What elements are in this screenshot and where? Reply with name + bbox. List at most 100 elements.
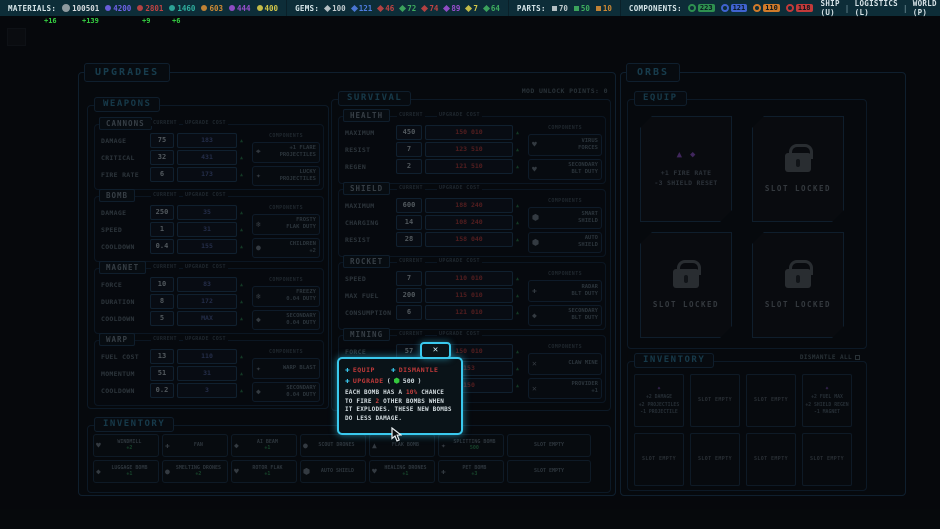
upgrade-arrow-icon[interactable]: ▲ (240, 155, 248, 161)
upgrade-cost-button[interactable]: 431 (177, 150, 237, 165)
orb-inventory-slot[interactable]: ✦ +2 DAMAGE +2 PROJECTILES -1 PROJECTILE (634, 374, 684, 427)
menu-logistics[interactable]: LOGISTICS (L) (855, 0, 898, 17)
equip-slot-locked[interactable]: SLOT LOCKED (752, 232, 844, 338)
popup-upgrade-button[interactable]: UPGRADE (353, 377, 384, 385)
gadget-chip-empty[interactable]: SLOT EMPTY (507, 460, 591, 483)
upgrade-arrow-icon[interactable]: ▲ (516, 310, 524, 316)
upgrade-cost-button[interactable]: 173 (177, 167, 237, 182)
upgrade-arrow-icon[interactable]: ▲ (240, 227, 248, 233)
upgrade-arrow-icon[interactable]: ▲ (516, 130, 524, 136)
gadget-chip-splitting-bomb[interactable]: ✦SPLITTING BOMB500 (438, 434, 504, 457)
gadget-chip[interactable]: ▲FLAK BOMB (369, 434, 435, 457)
upgrade-cost-button[interactable]: MAX (177, 311, 237, 326)
upgrade-arrow-icon[interactable]: ▲ (240, 316, 248, 322)
upgrade-arrow-icon[interactable]: ▲ (240, 138, 248, 144)
upgrade-cost-button[interactable]: 83 (177, 277, 237, 292)
upgrade-arrow-icon[interactable]: ▲ (516, 349, 524, 355)
upgrade-cost-button[interactable]: 121 510 (425, 159, 513, 174)
upgrade-cost-button[interactable]: 110 (177, 349, 237, 364)
column-header-current: CURRENT (397, 331, 425, 337)
component-slot[interactable]: ◆ SECONDARYBLT DUTY (528, 305, 602, 327)
upgrade-cost-button[interactable]: 188 240 (425, 198, 513, 213)
gadget-chip[interactable]: ♥ROTOR FLAK+1 (231, 460, 297, 483)
menu-ship[interactable]: SHIP (U) (821, 0, 840, 17)
upgrade-arrow-icon[interactable]: ▲ (240, 210, 248, 216)
upgrade-arrow-icon[interactable]: ▲ (240, 388, 248, 394)
upgrade-cost-button[interactable]: 158 040 (425, 232, 513, 247)
popup-close-button[interactable]: ✕ (420, 342, 451, 359)
component-slot[interactable]: ◆ SECONDARY0.04 DUTY (252, 310, 320, 331)
orb-inventory-slot-empty[interactable]: SLOT EMPTY (690, 374, 740, 427)
component-slot[interactable]: ❄ FROSTYFLAK DUTY (252, 214, 320, 235)
upgrade-cost-button[interactable]: 31 (177, 222, 237, 237)
orb-inventory-slot[interactable]: ✦ +2 FUEL MAX +2 SHIELD REGEN -1 MAGNET (802, 374, 852, 427)
upgrade-arrow-icon[interactable]: ▲ (240, 172, 248, 178)
gadget-chip[interactable]: ♥WINDMILL+2 (93, 434, 159, 457)
component-slot[interactable]: ❄ FREEZY0.04 DUTY (252, 286, 320, 307)
upgrade-arrow-icon[interactable]: ▲ (240, 244, 248, 250)
orb-inventory-slot-empty[interactable]: SLOT EMPTY (746, 433, 796, 486)
upgrade-cost-button[interactable]: 172 (177, 294, 237, 309)
upgrade-cost-button[interactable]: 123 510 (425, 142, 513, 157)
orb-inventory-slot-empty[interactable]: SLOT EMPTY (746, 374, 796, 427)
upgrade-cost-button[interactable]: 183 (177, 133, 237, 148)
equip-slot-locked[interactable]: SLOT LOCKED (640, 232, 732, 338)
upgrade-cost-button[interactable]: 155 (177, 239, 237, 254)
component-slot[interactable]: ◆ SECONDARY0.04 DUTY (252, 382, 320, 403)
gadget-chip[interactable]: ◆LUGGAGE BOMB+1 (93, 460, 159, 483)
component-slot[interactable]: ✦ WARP BLAST (252, 358, 320, 379)
equip-slot-locked[interactable]: SLOT LOCKED (752, 116, 844, 222)
upgrade-arrow-icon[interactable]: ▲ (516, 383, 524, 389)
upgrade-cost-button[interactable]: 108 240 (425, 215, 513, 230)
upgrade-arrow-icon[interactable]: ▲ (516, 203, 524, 209)
gadget-chip[interactable]: ✚FAN (162, 434, 228, 457)
upgrade-cost-button[interactable]: 115 010 (425, 288, 513, 303)
upgrade-arrow-icon[interactable]: ▲ (240, 282, 248, 288)
component-slot[interactable]: ✦ LUCKYPROJECTILES (252, 166, 320, 187)
upgrade-arrow-icon[interactable]: ▲ (516, 276, 524, 282)
component-slot[interactable]: ✚ RADARBLT DUTY (528, 280, 602, 302)
gadget-chip[interactable]: ◆AI BEAM+1 (231, 434, 297, 457)
gadget-chip[interactable]: ●SMELTING DRONES+2 (162, 460, 228, 483)
upgrade-cost-button[interactable]: 3 (177, 383, 237, 398)
upgrade-arrow-icon[interactable]: ▲ (240, 354, 248, 360)
upgrade-cost-button[interactable]: 35 (177, 205, 237, 220)
equip-slot-orb[interactable]: ▲◆ +1 FIRE RATE -3 SHIELD RESET (640, 116, 732, 222)
orb-inventory-slot-empty[interactable]: SLOT EMPTY (690, 433, 740, 486)
component-slot[interactable]: ⌖ +1 FLAREPROJECTILES (252, 142, 320, 163)
gadget-chip[interactable]: ⬢AUTO SHIELD (300, 460, 366, 483)
gadget-chip[interactable]: ♥HEALING DRONES+1 (369, 460, 435, 483)
upgrade-arrow-icon[interactable]: ▲ (516, 147, 524, 153)
component-slot[interactable]: ⬢ AUTOSHIELD (528, 232, 602, 254)
upgrade-cost-button[interactable]: 150 010 (425, 125, 513, 140)
popup-dismantle-button[interactable]: DISMANTLE (399, 366, 439, 374)
gadget-chip[interactable]: ●SCOUT DRONES (300, 434, 366, 457)
popup-equip-button[interactable]: EQUIP (353, 366, 375, 374)
orb-inventory-slot-empty[interactable]: SLOT EMPTY (802, 433, 852, 486)
upgrade-arrow-icon[interactable]: ▲ (240, 299, 248, 305)
upgrade-arrow-icon[interactable]: ▲ (516, 293, 524, 299)
menu-world[interactable]: WORLD (P) (913, 0, 937, 17)
orb-inventory-slot-empty[interactable]: SLOT EMPTY (634, 433, 684, 486)
upgrade-cost-button[interactable]: 110 010 (425, 271, 513, 286)
gadget-icon: ● (303, 441, 308, 450)
upgrade-arrow-icon[interactable]: ▲ (240, 371, 248, 377)
upgrade-arrow-icon[interactable]: ▲ (516, 164, 524, 170)
component-icon: ◆ (532, 311, 537, 320)
component-slot[interactable]: ● CHILDREN+2 (252, 238, 320, 259)
stat-row: FUEL COST 13 110 ▲ (99, 349, 248, 364)
component-slot[interactable]: ✕ CLAW MINE (528, 353, 602, 375)
gadget-chip-empty[interactable]: SLOT EMPTY (507, 434, 591, 457)
dismantle-all-button[interactable]: DISMANTLE ALL (800, 354, 860, 361)
upgrade-arrow-icon[interactable]: ▲ (516, 220, 524, 226)
upgrade-cost-button[interactable]: 31 (177, 366, 237, 381)
component-slot[interactable]: ♥ VIRUSFORCES (528, 134, 602, 156)
component-slot[interactable]: ♥ SECONDARYBLT DUTY (528, 159, 602, 181)
gadget-chip[interactable]: ✚PET BOMB+3 (438, 460, 504, 483)
stat-label: SPEED (343, 275, 393, 283)
component-slot[interactable]: ✕ PROVIDER+1 (528, 378, 602, 400)
component-slot[interactable]: ⬢ SMARTSHIELD (528, 207, 602, 229)
upgrade-cost-button[interactable]: 121 010 (425, 305, 513, 320)
upgrade-arrow-icon[interactable]: ▲ (516, 237, 524, 243)
upgrade-arrow-icon[interactable]: ▲ (516, 366, 524, 372)
